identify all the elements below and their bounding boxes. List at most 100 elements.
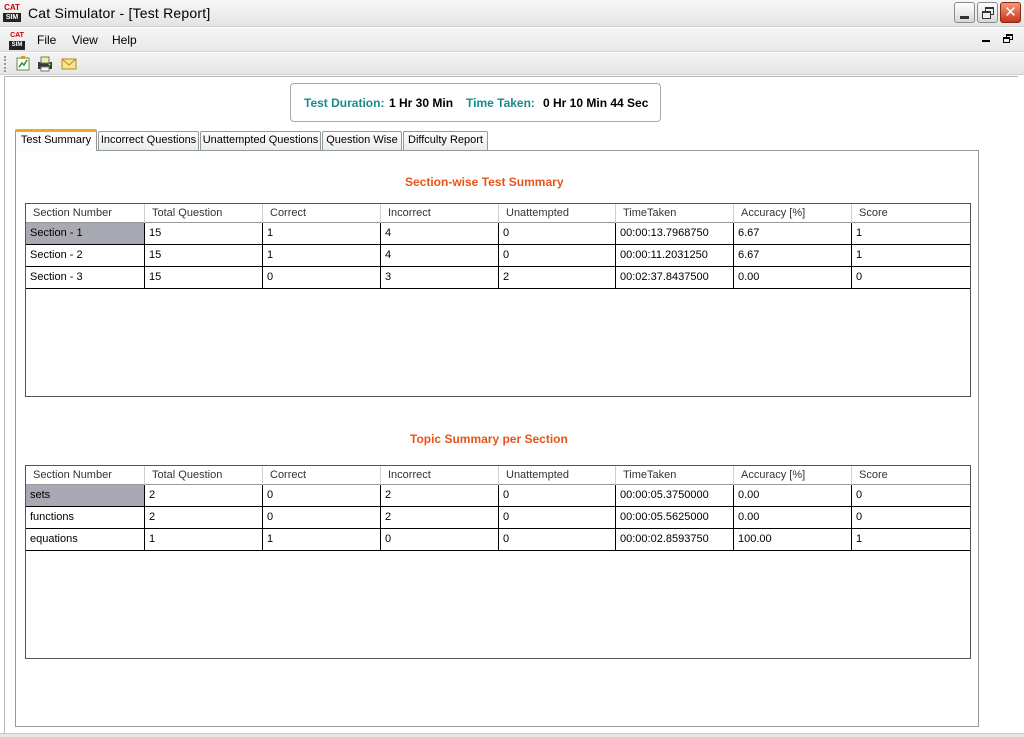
table-cell[interactable]: 0 (499, 529, 616, 550)
table-cell[interactable]: 2 (145, 507, 263, 528)
table-cell[interactable]: 00:00:05.3750000 (616, 485, 734, 506)
table-cell[interactable]: 1 (852, 529, 970, 550)
mail-icon[interactable] (61, 56, 77, 72)
table-cell[interactable]: 0 (263, 485, 381, 506)
table-cell[interactable]: 0 (499, 223, 616, 244)
table-cell[interactable]: 0 (263, 267, 381, 288)
child-restore-icon[interactable] (1003, 34, 1013, 44)
table-row[interactable]: Section - 1 15 1 4 0 00:00:13.7968750 6.67 1 (26, 223, 970, 245)
logo-cat-text: CAT (10, 32, 24, 39)
table-cell[interactable]: 2 (381, 507, 499, 528)
table-cell[interactable]: 0.00 (734, 485, 852, 506)
table-cell[interactable]: 1 (852, 223, 970, 244)
table-cell[interactable]: 100.00 (734, 529, 852, 550)
table-row[interactable]: sets 2 0 2 0 00:00:05.3750000 0.00 0 (26, 485, 970, 507)
column-header[interactable]: Total Question (145, 204, 263, 223)
table-cell[interactable]: Section - 1 (26, 223, 145, 244)
table-cell[interactable]: 0 (499, 245, 616, 266)
table-cell[interactable]: sets (26, 485, 145, 506)
test-duration-value: 1 Hr 30 Min (389, 96, 454, 110)
table-cell[interactable]: 15 (145, 245, 263, 266)
column-header[interactable]: Section Number (26, 204, 145, 223)
table-cell[interactable]: 00:00:11.2031250 (616, 245, 734, 266)
report-icon[interactable] (15, 56, 31, 72)
tab-unattempted-questions[interactable]: Unattempted Questions (200, 131, 321, 150)
table-cell[interactable]: 15 (145, 223, 263, 244)
column-header[interactable]: TimeTaken (616, 466, 734, 485)
table-cell[interactable]: functions (26, 507, 145, 528)
table-cell[interactable]: 4 (381, 223, 499, 244)
column-header[interactable]: Total Question (145, 466, 263, 485)
table-cell[interactable]: 4 (381, 245, 499, 266)
menu-bar: CAT SIM File View Help (0, 28, 1024, 52)
table-cell[interactable]: 1 (145, 529, 263, 550)
column-header[interactable]: Score (852, 466, 970, 485)
close-button[interactable]: ✕ (1000, 2, 1021, 23)
column-header[interactable]: Correct (263, 466, 381, 485)
table-cell[interactable]: 6.67 (734, 223, 852, 244)
column-header[interactable]: Accuracy [%] (734, 466, 852, 485)
table-cell[interactable]: Section - 2 (26, 245, 145, 266)
table-cell[interactable]: 1 (263, 223, 381, 244)
column-header[interactable]: TimeTaken (616, 204, 734, 223)
document-logo-icon[interactable]: CAT SIM (8, 31, 26, 50)
table-row[interactable]: functions 2 0 2 0 00:00:05.5625000 0.00 0 (26, 507, 970, 529)
table-cell[interactable]: 0 (852, 507, 970, 528)
column-header[interactable]: Section Number (26, 466, 145, 485)
table-cell[interactable]: 0 (852, 267, 970, 288)
print-icon[interactable] (37, 56, 53, 72)
table-cell[interactable]: 1 (263, 245, 381, 266)
table-cell[interactable]: 0 (852, 485, 970, 506)
tab-question-wise[interactable]: Question Wise (322, 131, 402, 150)
table-cell[interactable]: 0.00 (734, 507, 852, 528)
column-header[interactable]: Unattempted (499, 204, 616, 223)
column-header[interactable]: Score (852, 204, 970, 223)
table-cell[interactable]: equations (26, 529, 145, 550)
table-cell[interactable]: 0.00 (734, 267, 852, 288)
logo-sim-text: SIM (3, 13, 21, 22)
window-title: Cat Simulator - [Test Report] (28, 5, 211, 21)
column-header[interactable]: Incorrect (381, 204, 499, 223)
section-summary-title: Section-wise Test Summary (405, 175, 564, 189)
tab-incorrect-questions[interactable]: Incorrect Questions (98, 131, 199, 150)
grid-header: Section Number Total Question Correct Incor… (26, 466, 970, 485)
menu-help[interactable]: Help (112, 33, 137, 47)
table-cell[interactable]: 1 (263, 529, 381, 550)
table-cell[interactable]: 00:02:37.8437500 (616, 267, 734, 288)
table-row[interactable]: equations 1 1 0 0 00:00:02.8593750 100.00 1 (26, 529, 970, 551)
table-cell[interactable]: 0 (381, 529, 499, 550)
table-cell[interactable]: 1 (852, 245, 970, 266)
table-row[interactable]: Section - 2 15 1 4 0 00:00:11.2031250 6.67 1 (26, 245, 970, 267)
app-logo-icon[interactable]: CAT SIM (2, 3, 22, 23)
column-header[interactable]: Correct (263, 204, 381, 223)
table-cell[interactable]: 0 (263, 507, 381, 528)
table-cell[interactable]: 00:00:02.8593750 (616, 529, 734, 550)
tab-difficulty-report[interactable]: Diffculty Report (403, 131, 488, 150)
section-summary-grid[interactable]: Section Number Total Question Correct Incor… (25, 203, 971, 397)
table-cell[interactable]: 2 (381, 485, 499, 506)
menu-view[interactable]: View (72, 33, 98, 47)
column-header[interactable]: Unattempted (499, 466, 616, 485)
restore-button[interactable] (977, 2, 998, 23)
column-header[interactable]: Incorrect (381, 466, 499, 485)
topic-summary-title: Topic Summary per Section (410, 432, 568, 446)
tab-test-summary[interactable]: Test Summary (15, 129, 97, 151)
minimize-button[interactable] (954, 2, 975, 23)
menu-file[interactable]: File (37, 33, 56, 47)
table-cell[interactable]: 3 (381, 267, 499, 288)
column-header[interactable]: Accuracy [%] (734, 204, 852, 223)
child-minimize-icon[interactable] (982, 40, 990, 42)
toolbar-grip[interactable] (4, 56, 6, 72)
table-cell[interactable]: 2 (499, 267, 616, 288)
table-cell[interactable]: 0 (499, 507, 616, 528)
topic-summary-grid[interactable]: Section Number Total Question Correct Incor… (25, 465, 971, 659)
table-cell[interactable]: 15 (145, 267, 263, 288)
table-cell[interactable]: 6.67 (734, 245, 852, 266)
table-cell[interactable]: 0 (499, 485, 616, 506)
table-row[interactable]: Section - 3 15 0 3 2 00:02:37.8437500 0.00 0 (26, 267, 970, 289)
table-cell[interactable]: 00:00:05.5625000 (616, 507, 734, 528)
table-cell[interactable]: Section - 3 (26, 267, 145, 288)
title-bar: CAT SIM Cat Simulator - [Test Report] ✕ (0, 0, 1024, 27)
table-cell[interactable]: 2 (145, 485, 263, 506)
table-cell[interactable]: 00:00:13.7968750 (616, 223, 734, 244)
